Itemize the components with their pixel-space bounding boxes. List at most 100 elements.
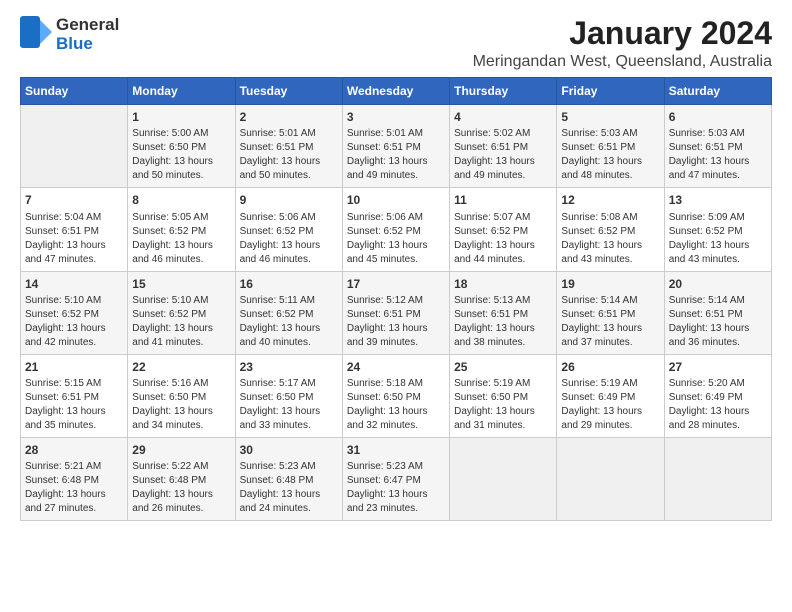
cell-line: Daylight: 13 hours bbox=[240, 239, 338, 253]
calendar-cell bbox=[21, 105, 128, 188]
cell-line: Sunset: 6:52 PM bbox=[25, 308, 123, 322]
cell-line: Daylight: 13 hours bbox=[561, 322, 659, 336]
cell-line: Sunrise: 5:23 AM bbox=[347, 460, 445, 474]
cell-line: and 33 minutes. bbox=[240, 419, 338, 433]
cell-line: Sunset: 6:48 PM bbox=[132, 474, 230, 488]
cell-line: and 44 minutes. bbox=[454, 253, 552, 267]
calendar-cell: 4Sunrise: 5:02 AMSunset: 6:51 PMDaylight… bbox=[450, 105, 557, 188]
day-number: 7 bbox=[25, 192, 123, 208]
cell-line: Daylight: 13 hours bbox=[561, 405, 659, 419]
cell-line: Daylight: 13 hours bbox=[240, 322, 338, 336]
cell-line: Sunset: 6:50 PM bbox=[132, 391, 230, 405]
cell-line: Sunset: 6:51 PM bbox=[561, 308, 659, 322]
cell-line: Sunset: 6:52 PM bbox=[240, 308, 338, 322]
cell-line: Daylight: 13 hours bbox=[347, 322, 445, 336]
day-number: 17 bbox=[347, 276, 445, 292]
cell-line: Daylight: 13 hours bbox=[454, 322, 552, 336]
cell-line: Sunrise: 5:16 AM bbox=[132, 377, 230, 391]
cell-line: and 48 minutes. bbox=[561, 169, 659, 183]
cell-line: Sunset: 6:51 PM bbox=[669, 141, 767, 155]
day-number: 5 bbox=[561, 109, 659, 125]
calendar-cell: 22Sunrise: 5:16 AMSunset: 6:50 PMDayligh… bbox=[128, 354, 235, 437]
cell-line: Sunrise: 5:14 AM bbox=[561, 294, 659, 308]
week-row-3: 14Sunrise: 5:10 AMSunset: 6:52 PMDayligh… bbox=[21, 271, 772, 354]
logo-text: General Blue bbox=[56, 16, 119, 53]
cell-line: Sunset: 6:52 PM bbox=[240, 225, 338, 239]
cell-line: Sunset: 6:52 PM bbox=[561, 225, 659, 239]
day-number: 3 bbox=[347, 109, 445, 125]
cell-line: Sunrise: 5:19 AM bbox=[454, 377, 552, 391]
cell-line: Sunrise: 5:22 AM bbox=[132, 460, 230, 474]
cell-line: Sunset: 6:51 PM bbox=[454, 308, 552, 322]
cell-line: Sunset: 6:51 PM bbox=[454, 141, 552, 155]
day-number: 24 bbox=[347, 359, 445, 375]
cell-line: and 46 minutes. bbox=[240, 253, 338, 267]
calendar-cell: 29Sunrise: 5:22 AMSunset: 6:48 PMDayligh… bbox=[128, 437, 235, 520]
cell-line: Sunset: 6:52 PM bbox=[347, 225, 445, 239]
calendar-cell: 24Sunrise: 5:18 AMSunset: 6:50 PMDayligh… bbox=[342, 354, 449, 437]
cell-line: Daylight: 13 hours bbox=[25, 322, 123, 336]
cell-line: Sunset: 6:49 PM bbox=[561, 391, 659, 405]
week-row-4: 21 Sunrise: 5:15 AMSunset: 6:51 PM Dayligh… bbox=[21, 354, 772, 437]
cell-line: Sunrise: 5:18 AM bbox=[347, 377, 445, 391]
day-number: 2 bbox=[240, 109, 338, 125]
day-number: 13 bbox=[669, 192, 767, 208]
cell-line: Sunrise: 5:04 AM bbox=[25, 211, 123, 225]
cell-line: Sunrise: 5:12 AM bbox=[347, 294, 445, 308]
cell-line: Sunrise: 5:06 AM bbox=[240, 211, 338, 225]
cell-line: Daylight: 13 hours bbox=[561, 239, 659, 253]
day-number: 8 bbox=[132, 192, 230, 208]
cell-line: Daylight: 13 hours bbox=[132, 405, 230, 419]
day-number: 21 bbox=[25, 359, 123, 375]
cell-line: and 39 minutes. bbox=[347, 336, 445, 350]
calendar-cell bbox=[664, 437, 771, 520]
cell-line: Sunset: 6:51 PM bbox=[25, 391, 123, 405]
cell-line: Sunset: 6:51 PM bbox=[347, 308, 445, 322]
cell-line: Sunrise: 5:15 AM bbox=[25, 377, 123, 391]
header-cell-wednesday: Wednesday bbox=[342, 78, 449, 105]
cell-line: Daylight: 13 hours bbox=[132, 155, 230, 169]
cell-line: and 42 minutes. bbox=[25, 336, 123, 350]
cell-line: Sunrise: 5:06 AM bbox=[347, 211, 445, 225]
cell-line: Daylight: 13 hours bbox=[25, 239, 123, 253]
cell-line: Sunset: 6:52 PM bbox=[132, 225, 230, 239]
cell-line: Sunrise: 5:20 AM bbox=[669, 377, 767, 391]
cell-line: Daylight: 13 hours bbox=[132, 322, 230, 336]
cell-line: Sunrise: 5:00 AM bbox=[132, 127, 230, 141]
cell-line: Daylight: 13 hours bbox=[347, 155, 445, 169]
cell-line: Sunrise: 5:08 AM bbox=[561, 211, 659, 225]
calendar-cell: 20Sunrise: 5:14 AMSunset: 6:51 PMDayligh… bbox=[664, 271, 771, 354]
cell-line: and 31 minutes. bbox=[454, 419, 552, 433]
cell-line: and 49 minutes. bbox=[454, 169, 552, 183]
calendar-cell: 2Sunrise: 5:01 AMSunset: 6:51 PMDaylight… bbox=[235, 105, 342, 188]
week-row-2: 7Sunrise: 5:04 AMSunset: 6:51 PMDaylight… bbox=[21, 188, 772, 271]
cell-line: and 36 minutes. bbox=[669, 336, 767, 350]
cell-line: Daylight: 13 hours bbox=[669, 405, 767, 419]
cell-line: Sunrise: 5:17 AM bbox=[240, 377, 338, 391]
day-number: 11 bbox=[454, 192, 552, 208]
header-cell-sunday: Sunday bbox=[21, 78, 128, 105]
cell-line: Sunset: 6:52 PM bbox=[132, 308, 230, 322]
day-number: 27 bbox=[669, 359, 767, 375]
calendar-cell bbox=[557, 437, 664, 520]
calendar-table: SundayMondayTuesdayWednesdayThursdayFrid… bbox=[20, 77, 772, 521]
cell-line: Sunset: 6:48 PM bbox=[25, 474, 123, 488]
day-number: 31 bbox=[347, 442, 445, 458]
page: General Blue January 2024 Meringandan We… bbox=[0, 0, 792, 612]
day-number: 1 bbox=[132, 109, 230, 125]
cell-line: and 50 minutes. bbox=[240, 169, 338, 183]
cell-line: Daylight: 13 hours bbox=[454, 405, 552, 419]
day-number: 4 bbox=[454, 109, 552, 125]
cell-line: Sunrise: 5:01 AM bbox=[240, 127, 338, 141]
day-number: 26 bbox=[561, 359, 659, 375]
cell-line: and 47 minutes. bbox=[669, 169, 767, 183]
calendar-cell: 16Sunrise: 5:11 AMSunset: 6:52 PMDayligh… bbox=[235, 271, 342, 354]
calendar-cell: 1Sunrise: 5:00 AMSunset: 6:50 PMDaylight… bbox=[128, 105, 235, 188]
calendar-cell: 14Sunrise: 5:10 AMSunset: 6:52 PMDayligh… bbox=[21, 271, 128, 354]
calendar-cell: 8Sunrise: 5:05 AMSunset: 6:52 PMDaylight… bbox=[128, 188, 235, 271]
cell-line: Sunset: 6:50 PM bbox=[347, 391, 445, 405]
cell-line: Daylight: 13 hours bbox=[347, 488, 445, 502]
calendar-cell: 3Sunrise: 5:01 AMSunset: 6:51 PMDaylight… bbox=[342, 105, 449, 188]
cell-line: and 47 minutes. bbox=[25, 253, 123, 267]
cell-line: Sunset: 6:50 PM bbox=[454, 391, 552, 405]
